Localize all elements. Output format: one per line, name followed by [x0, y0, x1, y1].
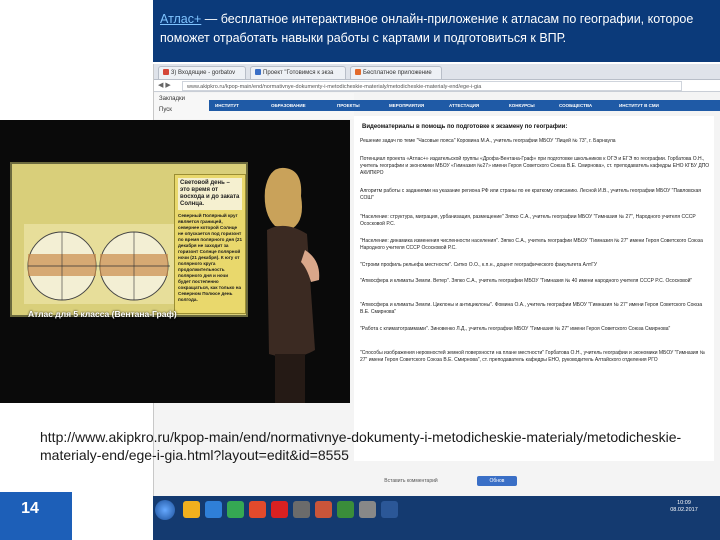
opera-icon[interactable]: [271, 501, 288, 518]
nav-item-institute[interactable]: ИНСТИТУТ: [215, 100, 239, 111]
panel-title: Световой день – это время от восхода и д…: [178, 178, 242, 210]
insert-comment-button[interactable]: Вставить комментарий: [375, 476, 447, 486]
nav-item-attestation[interactable]: АТТЕСТАЦИЯ: [449, 100, 479, 111]
content-heading: Видеоматериалы в помощь по подготовке к …: [362, 124, 568, 130]
system-clock[interactable]: 10:09 08.02.2017: [662, 500, 706, 514]
reference-item[interactable]: "Работа с климатограммами". Зиновенко Л.…: [360, 326, 712, 333]
reference-item[interactable]: "Способы изображения неровностей земной …: [360, 350, 712, 364]
slide-number: 14: [21, 500, 39, 517]
nav-item-events[interactable]: МЕРОПРИЯТИЯ: [389, 100, 424, 111]
address-bar: ◀ ▶ www.akipkro.ru/kpop-main/end/normati…: [154, 80, 720, 92]
site-navigation: ИНСТИТУТ ОБРАЗОВАНИЕ ПРОЕКТЫ МЕРОПРИЯТИЯ…: [209, 100, 720, 111]
reference-item[interactable]: "Население: структура, миграция, урбаниз…: [360, 214, 712, 228]
slide-header-text: Атлас+ — бесплатное интерактивное онлайн…: [160, 10, 710, 48]
bookmarks-label[interactable]: Закладки: [159, 96, 185, 102]
ie-icon[interactable]: [205, 501, 222, 518]
reference-item[interactable]: "Атмосфера и климаты Земли. Ветер". Зяпк…: [360, 278, 712, 285]
mail-icon: [163, 69, 169, 75]
reference-item[interactable]: "Население: динамика изменения численнос…: [360, 238, 712, 252]
nav-item-contests[interactable]: КОНКУРСЫ: [509, 100, 535, 111]
firefox-icon[interactable]: [249, 501, 266, 518]
back-forward-icon[interactable]: ◀ ▶: [158, 81, 171, 89]
tab-free-app[interactable]: Бесплатное приложение: [350, 66, 442, 79]
presenter-figure-icon: [264, 167, 320, 403]
source-url-caption[interactable]: http://www.akipkro.ru/kpop-main/end/norm…: [40, 428, 710, 464]
excel-icon[interactable]: [337, 501, 354, 518]
nav-item-education[interactable]: ОБРАЗОВАНИЕ: [271, 100, 306, 111]
atlas-plus-link[interactable]: Атлас+: [160, 12, 201, 26]
refresh-button[interactable]: Обнов: [477, 476, 517, 486]
lecture-video-frame: Световой день – это время от восхода и д…: [0, 120, 350, 403]
windows-taskbar: 10:09 08.02.2017: [153, 496, 720, 540]
chrome-icon[interactable]: [227, 501, 244, 518]
powerpoint-icon[interactable]: [315, 501, 332, 518]
explanation-panel: Световой день – это время от восхода и д…: [174, 174, 246, 314]
reference-item[interactable]: Решение задач по теме "Часовые пояса" Ко…: [360, 138, 712, 145]
panel-body: Северный Полярный круг является границей…: [178, 213, 243, 302]
word-icon[interactable]: [381, 501, 398, 518]
media-icon[interactable]: [359, 501, 376, 518]
reference-item[interactable]: "Строим профиль рельефа местности". Ситк…: [360, 262, 712, 269]
reference-item[interactable]: Потенциал проекта «Атлас+» издательской …: [360, 156, 712, 177]
projection-screen: Световой день – это время от восхода и д…: [10, 162, 248, 319]
clock-date: 08.02.2017: [670, 507, 698, 513]
atlas-icon: [355, 69, 361, 75]
tab-inbox[interactable]: 3) Входящие - gorbatov: [158, 66, 246, 79]
atlas-caption: Атлас для 5 класса (Вентана-Граф): [28, 309, 177, 319]
site-icon: [255, 69, 261, 75]
clock-time: 10:09: [677, 500, 691, 506]
start-label[interactable]: Пуск: [159, 107, 172, 113]
reference-item[interactable]: "Атмосфера и климаты Земли. Циклоны и ан…: [360, 302, 712, 316]
nav-item-communities[interactable]: СООБЩЕСТВА: [559, 100, 592, 111]
start-button-icon[interactable]: [155, 500, 175, 520]
browser-tab-bar: 3) Входящие - gorbatov Проект "Готовимся…: [154, 64, 720, 80]
explorer-icon[interactable]: [183, 501, 200, 518]
left-margin: [0, 0, 153, 120]
nav-item-media[interactable]: ИНСТИТУТ В СМИ: [619, 100, 659, 111]
reference-item[interactable]: Алгоритм работы с заданиями на указание …: [360, 188, 712, 202]
url-field[interactable]: www.akipkro.ru/kpop-main/end/normativnye…: [182, 81, 682, 91]
nav-item-projects[interactable]: ПРОЕКТЫ: [337, 100, 360, 111]
app-icon[interactable]: [293, 501, 310, 518]
tab-project[interactable]: Проект "Готовимся к экза: [250, 66, 346, 79]
page-content: Видеоматериалы в помощь по подготовке к …: [354, 116, 714, 461]
header-description: — бесплатное интерактивное онлайн-прилож…: [160, 12, 694, 45]
globe-illustration-icon: [24, 224, 174, 304]
